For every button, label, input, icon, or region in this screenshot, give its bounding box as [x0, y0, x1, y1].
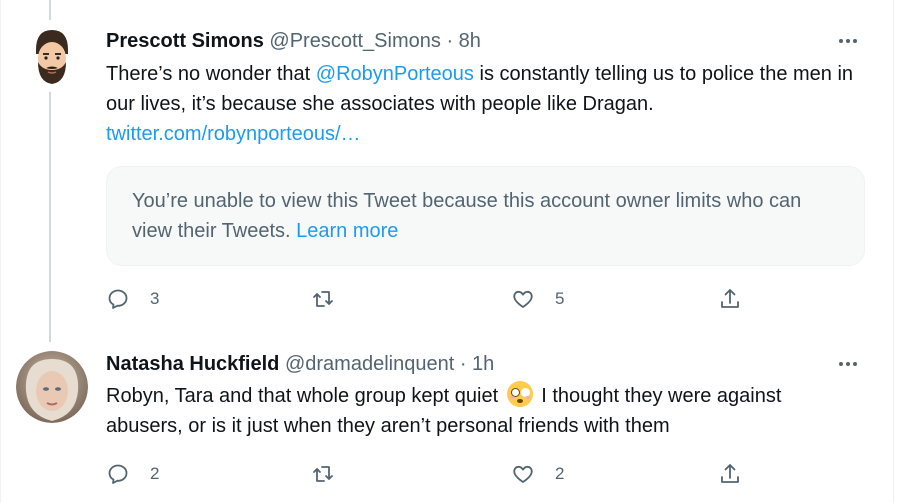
user-handle[interactable]: @Prescott_Simons [269, 30, 440, 52]
retweet-button[interactable] [311, 461, 335, 487]
heart-icon [513, 465, 533, 483]
reply-button[interactable]: 3 [106, 286, 159, 312]
separator-dot: · [459, 353, 467, 375]
tweet-header: Natasha Huckfield @dramadelinquent · 1h [106, 352, 494, 376]
share-icon [721, 289, 739, 308]
tweet-text-part: There’s no wonder that [106, 63, 316, 85]
tweet-text-part: I thought they were against [535, 385, 782, 407]
tweet-header: Prescott Simons @Prescott_Simons · 8h [106, 29, 481, 53]
like-count: 5 [555, 289, 565, 308]
reply-button[interactable]: 2 [106, 461, 159, 487]
tweet-actions: 3 5 [106, 286, 766, 312]
tweet-text-line: Robyn, Tara and that whole group kept qu… [106, 381, 781, 411]
more-icon[interactable] [833, 354, 863, 374]
share-button[interactable] [718, 461, 742, 487]
tweet-text-line: abusers, or is it just when they aren’t … [106, 415, 670, 437]
like-count: 2 [555, 464, 565, 483]
share-icon [721, 464, 739, 483]
timeline-right-border [893, 0, 894, 503]
like-button[interactable]: 2 [511, 461, 564, 487]
reply-count: 2 [150, 464, 160, 483]
avatar[interactable] [16, 20, 88, 92]
more-icon[interactable] [833, 31, 863, 51]
retweet-icon [313, 466, 333, 482]
tweet-text: Robyn, Tara and that whole group kept qu… [106, 381, 781, 441]
reply-icon [108, 289, 128, 309]
reply-count: 3 [150, 289, 160, 308]
tweet-actions: 2 2 [106, 461, 766, 487]
flushed-face-emoji-icon [506, 381, 533, 407]
retweet-button[interactable] [311, 286, 335, 312]
tweet-text-part: Robyn, Tara and that whole group kept qu… [106, 385, 499, 407]
display-name[interactable]: Natasha Huckfield [106, 353, 279, 375]
share-button[interactable] [718, 286, 742, 312]
timestamp[interactable]: 1h [472, 353, 494, 375]
like-button[interactable]: 5 [511, 286, 564, 312]
bearded-man-avatar-icon [16, 20, 88, 92]
url-link[interactable]: twitter.com/robynporteous/… [106, 123, 361, 145]
mention-link[interactable]: @RobynPorteous [316, 63, 474, 85]
tweet[interactable]: Prescott Simons @Prescott_Simons · 8h Th… [0, 0, 893, 342]
tweet-text: There’s no wonder that @RobynPorteous is… [106, 59, 866, 149]
card-message: You’re unable to view this Tweet because… [132, 190, 802, 242]
reply-icon [108, 464, 128, 484]
separator-dot: · [446, 30, 454, 52]
learn-more-link[interactable]: Learn more [296, 220, 398, 242]
avatar[interactable] [16, 351, 88, 423]
user-handle[interactable]: @dramadelinquent [285, 353, 454, 375]
retweet-icon [313, 291, 333, 307]
display-name[interactable]: Prescott Simons [106, 30, 264, 52]
heart-icon [513, 290, 533, 308]
profile-photo-avatar-icon [16, 351, 88, 423]
timestamp[interactable]: 8h [459, 30, 481, 52]
unavailable-tweet-card: You’re unable to view this Tweet because… [106, 166, 865, 266]
